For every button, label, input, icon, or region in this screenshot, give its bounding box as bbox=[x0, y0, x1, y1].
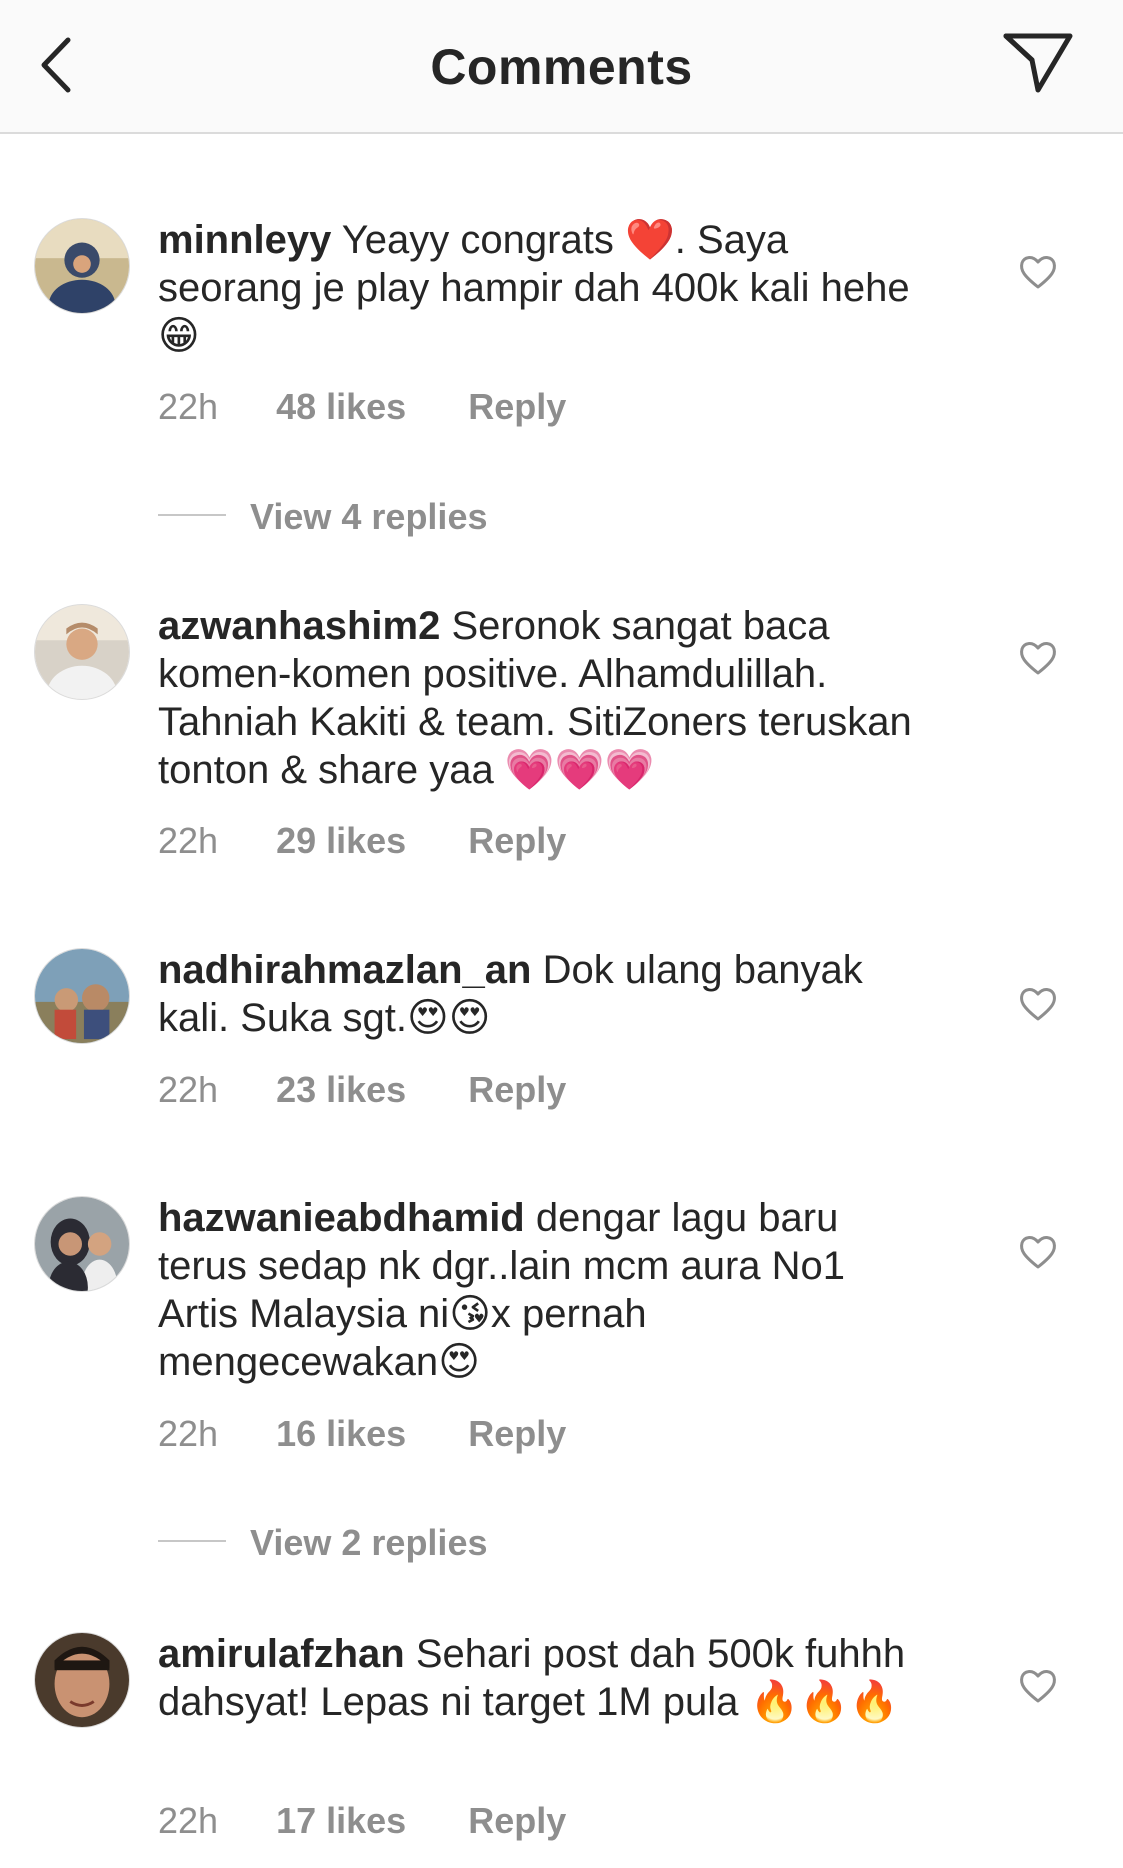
reply-button[interactable]: Reply bbox=[468, 1800, 566, 1842]
likes-count[interactable]: 48 likes bbox=[276, 386, 406, 428]
comment-username[interactable]: nadhirahmazlan_an bbox=[158, 948, 531, 992]
comment-text: nadhirahmazlan_an Dok ulang banyak kali.… bbox=[158, 946, 918, 1042]
comment-text-part: Yeayy congrats bbox=[341, 218, 625, 262]
comment-time: 22h bbox=[158, 1069, 219, 1110]
comment-meta: 22h 16 likes Reply bbox=[158, 1413, 566, 1455]
reply-button[interactable]: Reply bbox=[468, 386, 566, 428]
likes-count[interactable]: 16 likes bbox=[276, 1413, 406, 1455]
comment-meta: 22h 29 likes Reply bbox=[158, 820, 566, 862]
paper-plane-icon[interactable] bbox=[1000, 30, 1076, 96]
divider bbox=[158, 1540, 226, 1543]
comment-text: amirulafzhan Sehari post dah 500k fuhhh … bbox=[158, 1630, 918, 1726]
likes-count[interactable]: 29 likes bbox=[276, 820, 406, 862]
comment-text: minnleyy Yeayy congrats ❤️. Saya seorang… bbox=[158, 216, 918, 360]
comment-text: azwanhashim2 Seronok sangat baca komen-k… bbox=[158, 602, 918, 794]
comment-meta: 22h 17 likes Reply bbox=[158, 1800, 566, 1842]
fire-emoji: 🔥🔥🔥 bbox=[749, 1679, 899, 1725]
comment-username[interactable]: hazwanieabdhamid bbox=[158, 1196, 525, 1240]
face-blowing-kiss-emoji: 😘 bbox=[449, 1291, 491, 1337]
heart-icon[interactable] bbox=[1018, 252, 1058, 292]
heart-icon[interactable] bbox=[1018, 1666, 1058, 1706]
avatar[interactable] bbox=[34, 948, 130, 1044]
heart-eyes-emoji: 😍😍 bbox=[407, 995, 491, 1041]
view-replies-button[interactable]: View 2 replies bbox=[158, 1522, 487, 1564]
comment-username[interactable]: amirulafzhan bbox=[158, 1632, 405, 1676]
view-replies-label: View 2 replies bbox=[250, 1522, 488, 1563]
heart-icon[interactable] bbox=[1018, 984, 1058, 1024]
comment-time: 22h bbox=[158, 386, 219, 427]
comment-username[interactable]: azwanhashim2 bbox=[158, 604, 440, 648]
view-replies-button[interactable]: View 4 replies bbox=[158, 496, 487, 538]
red-heart-emoji: ❤️ bbox=[624, 217, 675, 263]
avatar[interactable] bbox=[34, 1632, 130, 1728]
comment-username[interactable]: minnleyy bbox=[158, 218, 331, 262]
reply-button[interactable]: Reply bbox=[468, 1413, 566, 1455]
reply-button[interactable]: Reply bbox=[468, 820, 566, 862]
heart-icon[interactable] bbox=[1018, 1232, 1058, 1272]
comment-text: hazwanieabdhamid dengar lagu baru terus … bbox=[158, 1194, 918, 1386]
comment-time: 22h bbox=[158, 820, 219, 861]
avatar[interactable] bbox=[34, 218, 130, 314]
likes-count[interactable]: 23 likes bbox=[276, 1069, 406, 1111]
heart-icon[interactable] bbox=[1018, 638, 1058, 678]
page-title: Comments bbox=[430, 39, 693, 95]
growing-heart-emoji: 💗💗💗 bbox=[504, 747, 655, 793]
comment-time: 22h bbox=[158, 1413, 219, 1454]
likes-count[interactable]: 17 likes bbox=[276, 1800, 406, 1842]
view-replies-label: View 4 replies bbox=[250, 496, 488, 537]
header-bar: Comments bbox=[0, 0, 1123, 134]
grinning-face-emoji: 😁 bbox=[158, 313, 200, 359]
heart-eyes-emoji: 😍 bbox=[438, 1339, 480, 1385]
avatar[interactable] bbox=[34, 1196, 130, 1292]
comment-meta: 22h 23 likes Reply bbox=[158, 1069, 566, 1111]
reply-button[interactable]: Reply bbox=[468, 1069, 566, 1111]
comment-meta: 22h 48 likes Reply bbox=[158, 386, 566, 428]
divider bbox=[158, 514, 226, 517]
avatar[interactable] bbox=[34, 604, 130, 700]
comment-time: 22h bbox=[158, 1800, 219, 1841]
